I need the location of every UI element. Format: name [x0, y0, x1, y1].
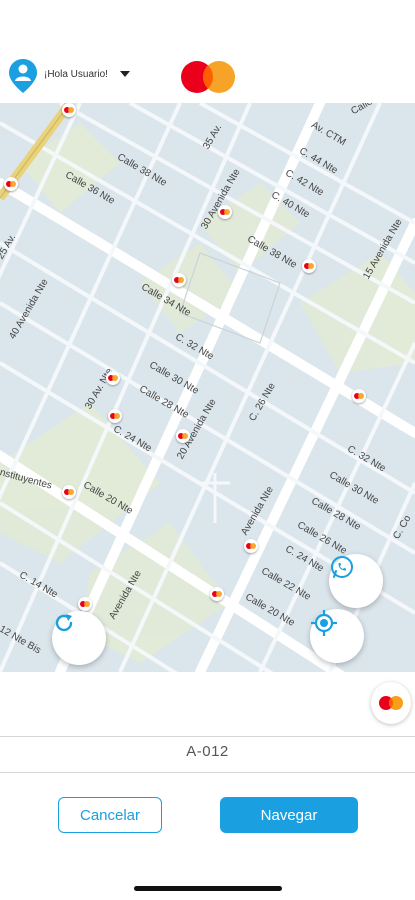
refresh-icon	[55, 614, 73, 632]
refresh-button[interactable]	[52, 611, 106, 665]
app-header: ¡Hola Usuario!	[0, 0, 415, 103]
atm-marker[interactable]	[244, 539, 258, 553]
location-info	[0, 672, 415, 736]
atm-marker[interactable]	[352, 389, 366, 403]
map-view[interactable]: Calle 38 Nte Calle 36 Nte Calle 34 Nte C…	[0, 103, 415, 672]
my-location-icon	[311, 610, 337, 636]
chevron-down-icon[interactable]	[120, 71, 130, 77]
atm-marker[interactable]	[210, 587, 224, 601]
user-pin-icon[interactable]	[8, 58, 38, 94]
whatsapp-button[interactable]	[329, 554, 383, 608]
atm-marker[interactable]	[172, 273, 186, 287]
greeting-text[interactable]: ¡Hola Usuario!	[44, 69, 108, 80]
atm-marker[interactable]	[78, 597, 92, 611]
divider	[0, 772, 415, 773]
atm-marker[interactable]	[302, 259, 316, 273]
atm-marker[interactable]	[218, 205, 232, 219]
atm-marker[interactable]	[106, 371, 120, 385]
home-indicator	[134, 886, 282, 891]
navigate-button[interactable]: Navegar	[220, 797, 358, 833]
atm-marker[interactable]	[62, 103, 76, 117]
location-code: A-012	[186, 743, 229, 760]
mastercard-badge-icon	[371, 682, 411, 724]
atm-marker[interactable]	[62, 485, 76, 499]
atm-marker[interactable]	[108, 409, 122, 423]
atm-marker[interactable]	[176, 429, 190, 443]
atm-marker[interactable]	[4, 177, 18, 191]
mastercard-logo	[181, 61, 235, 93]
divider	[0, 736, 415, 737]
locate-me-button[interactable]	[310, 609, 364, 663]
cancel-button[interactable]: Cancelar	[58, 797, 162, 833]
whatsapp-icon	[331, 556, 353, 578]
